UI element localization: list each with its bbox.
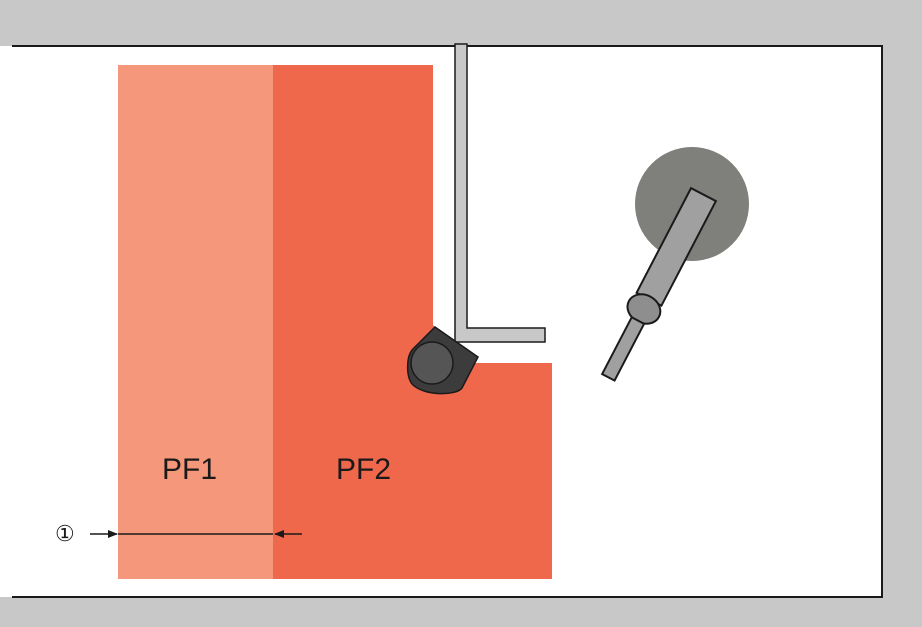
right-wall — [882, 0, 922, 627]
pf2-label: PF2 — [336, 453, 391, 486]
pf1-label: PF1 — [162, 453, 217, 486]
robot-arm-icon — [600, 147, 749, 382]
protective-field-pf1 — [118, 65, 278, 579]
robot-tool — [600, 315, 646, 382]
top-wall — [0, 0, 922, 46]
protective-fence — [454, 43, 546, 343]
dimension-marker: ① — [55, 522, 75, 547]
bottom-wall — [0, 597, 922, 627]
scanner-lens — [410, 341, 454, 385]
safety-layout-diagram: PF1 PF2 ① — [0, 0, 922, 627]
protective-field-pf2 — [273, 65, 552, 579]
